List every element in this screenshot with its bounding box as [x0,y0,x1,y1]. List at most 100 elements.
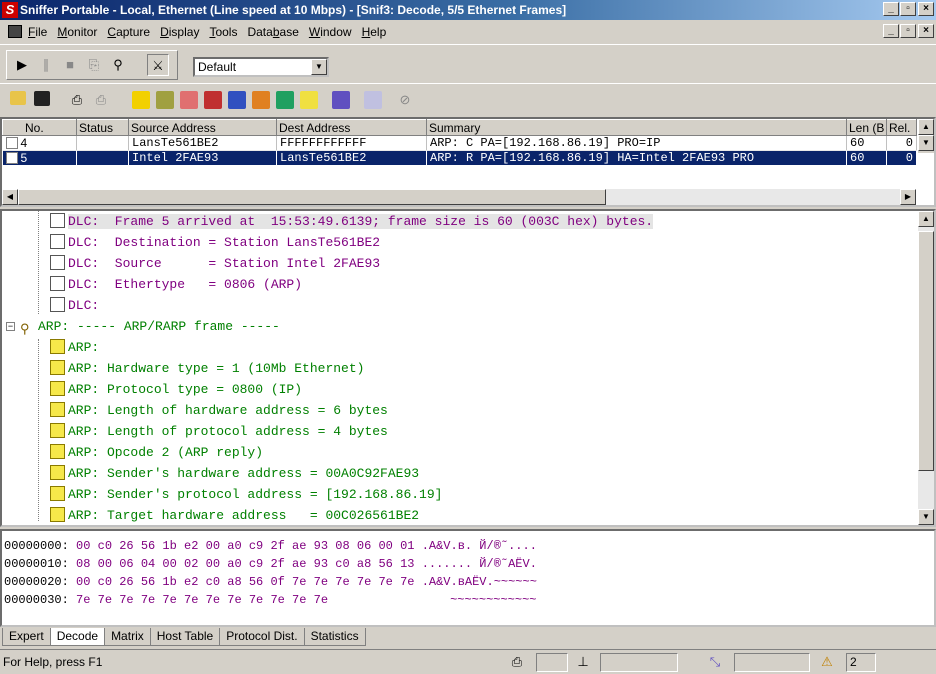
menu-file[interactable]: File [28,25,47,39]
hex-line[interactable]: 00000030: 7e 7e 7e 7e 7e 7e 7e 7e 7e 7e … [4,591,536,609]
table-row-selected[interactable]: 5 Intel 2FAE93 LansTe561BE2 ARP: R PA=[1… [2,150,917,166]
filter-profile-value: Default [198,60,237,74]
decode-line[interactable]: DLC: Frame 5 arrived at 15:53:49.6139; f… [50,211,654,232]
close-button[interactable]: × [918,2,934,16]
decode-line[interactable]: ARP: Hardware type = 1 (10Mb Ethernet) [50,358,364,379]
column-header-summary[interactable]: Summary [426,119,847,136]
collapse-toggle-icon[interactable]: − [6,322,15,331]
scroll-up-icon[interactable]: ▲ [918,211,934,227]
menu-window[interactable]: Window [309,25,352,39]
column-header-len[interactable]: Len (B [846,119,887,136]
maximize-button[interactable]: ▫ [900,2,916,16]
hex-line[interactable]: 00000020: 00 c0 26 56 1b e2 c0 a8 56 0f … [4,573,537,591]
decode-line[interactable]: ARP: Sender's protocol address = [192.16… [50,484,442,505]
chevron-down-icon[interactable]: ▼ [311,59,327,75]
pause-capture-icon[interactable]: ∥ [35,54,57,76]
switch-icon[interactable] [330,89,352,111]
decode-section-header[interactable]: ⚲ ARP: ----- ARP/RARP frame ----- [20,316,280,337]
stop-capture-icon[interactable]: ■ [59,54,81,76]
doc-restore-button[interactable]: ▫ [900,24,916,38]
open-folder-icon[interactable] [7,89,29,111]
hex-offset: 00000020: [4,575,69,589]
decode-line[interactable]: ARP: Length of hardware address = 6 byte… [50,400,388,421]
tab-expert[interactable]: Expert [2,628,51,646]
host-table-icon[interactable] [154,89,176,111]
scroll-right-icon[interactable]: ▶ [900,189,916,205]
hex-line[interactable]: 00000010: 08 00 06 04 00 02 00 a0 c9 2f … [4,555,537,573]
document-icon [50,360,65,375]
menu-database[interactable]: Database [247,25,298,39]
column-header-dest[interactable]: Dest Address [276,119,427,136]
row-checkbox[interactable] [5,137,18,149]
doc-close-button[interactable]: × [918,24,934,38]
row-checkbox[interactable] [5,152,18,164]
menu-help[interactable]: Help [362,25,387,39]
alarm-warning-icon[interactable]: ⚠ [818,654,836,670]
scroll-down-icon[interactable]: ▼ [918,509,934,525]
scroll-track[interactable] [918,227,934,509]
protocol-distribution-icon[interactable] [274,89,296,111]
column-header-source[interactable]: Source Address [128,119,277,136]
decode-line[interactable]: DLC: Destination = Station LansTe561BE2 [50,232,380,253]
sniffer-app-icon[interactable]: S [2,2,18,18]
decode-vertical-scrollbar[interactable]: ▲ ▼ [918,211,934,525]
table-row[interactable]: 4 LansTe561BE2 FFFFFFFFFFFF ARP: C PA=[1… [2,135,917,151]
dashboard-icon[interactable] [130,89,152,111]
save-disk-icon[interactable] [31,89,53,111]
print-icon[interactable]: ⎙ [66,89,88,111]
summary-horizontal-scrollbar[interactable]: ◀ ▶ [2,189,916,205]
filter-profile-combo[interactable]: Default ▼ [193,57,329,77]
print-preview-icon[interactable]: ⎙ [90,89,112,111]
hex-ascii: .A&V.вAЁV.~~~~~~ [421,575,537,589]
history-samples-icon[interactable] [250,89,272,111]
start-capture-icon[interactable]: ▶ [11,54,33,76]
column-header-status[interactable]: Status [76,119,129,136]
tab-protocol-dist[interactable]: Protocol Dist. [219,628,305,646]
matrix-icon[interactable] [178,89,200,111]
stop-and-display-icon[interactable]: ⎘ [83,54,105,76]
tab-matrix[interactable]: Matrix [104,628,151,646]
tab-statistics[interactable]: Statistics [303,628,366,646]
decode-line[interactable]: DLC: [50,295,99,316]
menu-tools[interactable]: Tools [209,25,237,39]
application-response-icon[interactable] [226,89,248,111]
menu-display[interactable]: Display [160,25,199,39]
art-icon[interactable] [202,89,224,111]
decode-line[interactable]: ARP: [50,337,99,358]
summary-vertical-scrollbar[interactable]: ▲ ▼ [918,119,934,153]
decode-line[interactable]: ARP: Protocol type = 0800 (IP) [50,379,302,400]
define-filter-icon[interactable]: ⚔ [147,54,169,76]
menu-capture[interactable]: Capture [107,25,150,39]
horizontal-scroll-thumb[interactable] [18,189,606,205]
decode-line[interactable]: ARP: Target hardware address = 00C026561… [50,505,419,525]
document-icon [50,234,65,249]
row-no: 4 [20,136,28,150]
decode-line[interactable]: ARP: Sender's hardware address = 00A0C92… [50,463,419,484]
scroll-down-icon[interactable]: ▼ [918,135,934,151]
document-system-menu-icon[interactable] [8,25,22,38]
row-len: 60 [846,135,887,151]
vertical-scroll-thumb[interactable] [918,231,934,471]
scroll-up-icon[interactable]: ▲ [918,119,934,135]
decode-line[interactable]: ARP: Length of protocol address = 4 byte… [50,421,388,442]
disabled-tool-icon[interactable]: ⊘ [394,89,416,111]
doc-minimize-button[interactable]: _ [883,24,899,38]
menu-monitor[interactable]: Monitor [57,25,97,39]
alarm-log-icon[interactable] [298,89,320,111]
hex-dump-pane: 00000000: 00 c0 26 56 1b e2 00 a0 c9 2f … [0,529,936,627]
decode-text: ARP: Hardware type = 1 (10Mb Ethernet) [68,361,365,376]
column-header-no[interactable]: No. [2,119,77,136]
minimize-button[interactable]: _ [883,2,899,16]
decode-line[interactable]: DLC: Source = Station Intel 2FAE93 [50,253,380,274]
display-binoculars-icon[interactable]: ⚲ [107,54,129,76]
hex-line[interactable]: 00000000: 00 c0 26 56 1b e2 00 a0 c9 2f … [4,537,537,555]
tab-decode[interactable]: Decode [49,628,106,646]
address-book-icon[interactable] [362,89,384,111]
column-header-rel[interactable]: Rel. [886,119,917,136]
tab-host-table[interactable]: Host Table [149,628,221,646]
main-toolbar: ⎙ ⎙ ⊘ [0,83,936,116]
decode-line[interactable]: ARP: Opcode 2 (ARP reply) [50,442,263,463]
document-icon [50,255,65,270]
scroll-left-icon[interactable]: ◀ [2,189,18,205]
decode-line[interactable]: DLC: Ethertype = 0806 (ARP) [50,274,302,295]
